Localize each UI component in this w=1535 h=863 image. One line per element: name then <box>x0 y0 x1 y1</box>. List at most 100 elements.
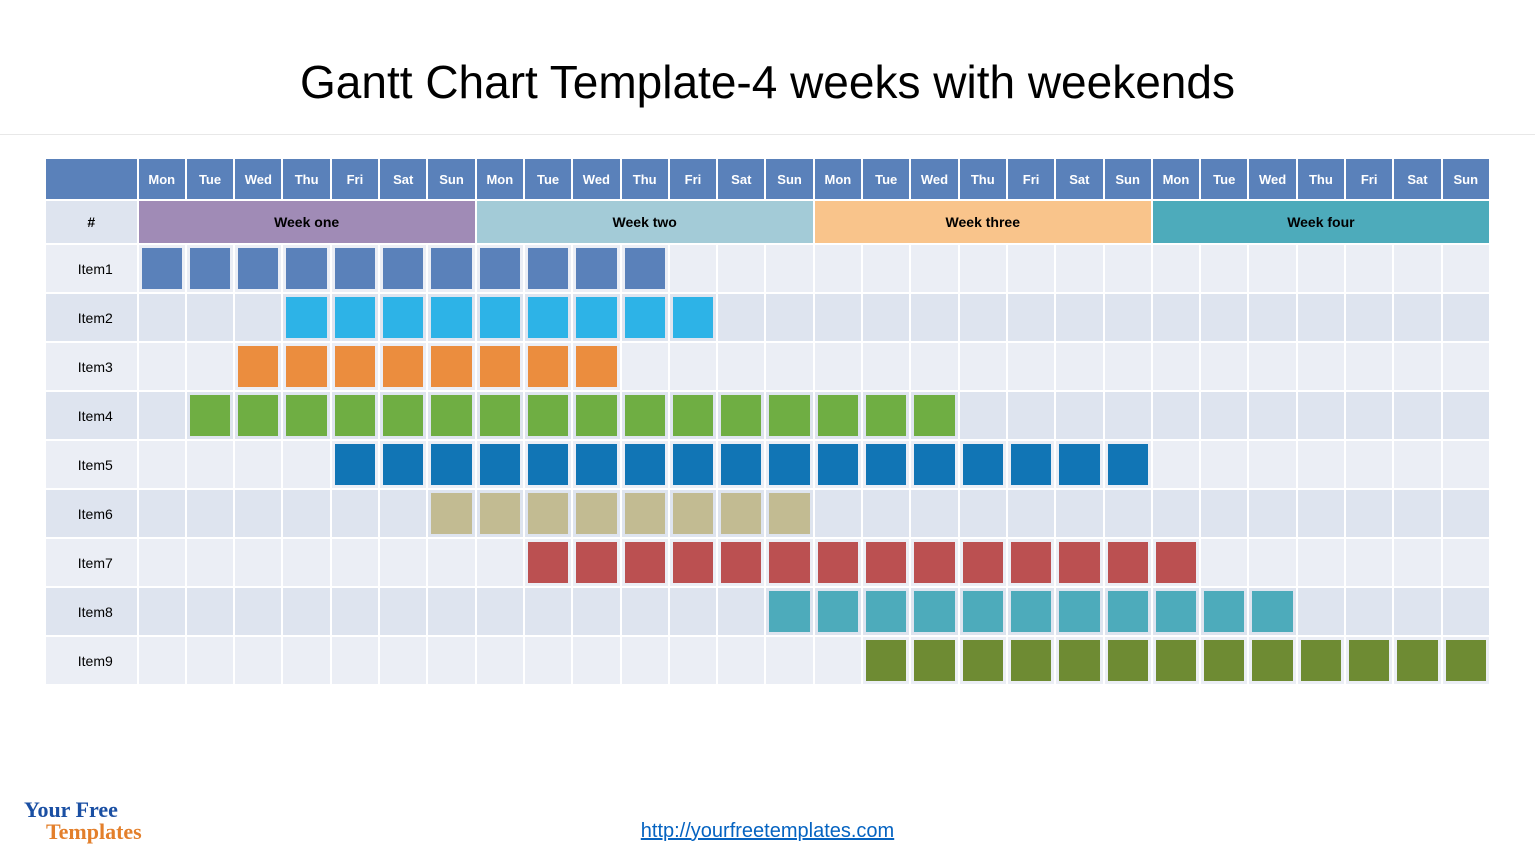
gantt-cell <box>1249 294 1295 341</box>
gantt-cell <box>428 294 474 341</box>
gantt-cell <box>863 392 909 439</box>
gantt-cell <box>622 539 668 586</box>
gantt-cell <box>573 637 619 684</box>
gantt-bar <box>866 395 906 436</box>
gantt-cell <box>1443 343 1489 390</box>
gantt-cell <box>960 441 1006 488</box>
gantt-cell <box>477 539 523 586</box>
gantt-bar <box>576 297 616 338</box>
gantt-cell <box>573 343 619 390</box>
gantt-cell <box>815 539 861 586</box>
gantt-cell <box>1346 294 1392 341</box>
day-header: Thu <box>283 159 329 199</box>
gantt-cell <box>1249 637 1295 684</box>
gantt-bar <box>914 591 954 632</box>
gantt-cell <box>380 539 426 586</box>
gantt-bar <box>383 444 423 485</box>
gantt-cell <box>187 294 233 341</box>
day-header: Tue <box>525 159 571 199</box>
gantt-cell <box>187 245 233 292</box>
gantt-cell <box>766 539 812 586</box>
gantt-bar <box>576 444 616 485</box>
gantt-bar <box>1011 542 1051 583</box>
gantt-bar <box>576 248 616 289</box>
gantt-bar <box>383 297 423 338</box>
gantt-bar <box>1156 542 1196 583</box>
gantt-bar <box>431 493 471 534</box>
gantt-cell <box>622 245 668 292</box>
gantt-cell <box>1346 245 1392 292</box>
gantt-cell <box>187 343 233 390</box>
gantt-cell <box>380 637 426 684</box>
gantt-body: #Week oneWeek twoWeek threeWeek fourItem… <box>46 201 1489 684</box>
gantt-cell <box>1346 392 1392 439</box>
item-label: Item4 <box>46 392 137 439</box>
gantt-bar <box>625 542 665 583</box>
day-header: Wed <box>911 159 957 199</box>
gantt-bar <box>431 395 471 436</box>
gantt-cell <box>477 441 523 488</box>
gantt-bar <box>238 395 278 436</box>
gantt-cell <box>332 441 378 488</box>
gantt-bar <box>818 591 858 632</box>
footer: http://yourfreetemplates.com <box>0 820 1535 843</box>
gantt-bar <box>528 248 568 289</box>
gantt-cell <box>283 294 329 341</box>
gantt-cell <box>1105 490 1151 537</box>
gantt-cell <box>863 245 909 292</box>
gantt-bar <box>431 444 471 485</box>
gantt-cell <box>1153 588 1199 635</box>
gantt-cell <box>1443 245 1489 292</box>
gantt-cell <box>1394 490 1440 537</box>
gantt-bar <box>914 640 954 681</box>
gantt-bar <box>1011 640 1051 681</box>
gantt-cell <box>766 637 812 684</box>
gantt-cell <box>670 441 716 488</box>
week-header: Week three <box>815 201 1151 243</box>
gantt-bar <box>528 542 568 583</box>
gantt-bar <box>673 542 713 583</box>
gantt-cell <box>1443 588 1489 635</box>
gantt-bar <box>721 542 761 583</box>
gantt-cell <box>815 294 861 341</box>
gantt-cell <box>1249 441 1295 488</box>
gantt-cell <box>1201 539 1247 586</box>
gantt-bar <box>818 444 858 485</box>
gantt-cell <box>380 245 426 292</box>
footer-link[interactable]: http://yourfreetemplates.com <box>641 820 894 842</box>
day-header: Thu <box>960 159 1006 199</box>
gantt-cell <box>670 245 716 292</box>
gantt-cell <box>960 392 1006 439</box>
day-header: Mon <box>1153 159 1199 199</box>
gantt-head: MonTueWedThuFriSatSunMonTueWedThuFriSatS… <box>46 159 1489 199</box>
gantt-cell <box>283 343 329 390</box>
gantt-bar <box>383 346 423 387</box>
gantt-cell <box>766 343 812 390</box>
gantt-cell <box>477 637 523 684</box>
gantt-cell <box>428 637 474 684</box>
gantt-cell <box>815 588 861 635</box>
gantt-bar <box>1252 640 1292 681</box>
gantt-cell <box>1346 637 1392 684</box>
corner-cell <box>46 159 137 199</box>
gantt-bar <box>1252 591 1292 632</box>
gantt-cell <box>718 539 764 586</box>
gantt-cell <box>1394 392 1440 439</box>
gantt-bar <box>866 542 906 583</box>
gantt-cell <box>911 490 957 537</box>
gantt-bar <box>625 493 665 534</box>
gantt-cell <box>283 441 329 488</box>
gantt-cell <box>718 441 764 488</box>
gantt-cell <box>766 294 812 341</box>
gantt-cell <box>428 539 474 586</box>
item-label: Item9 <box>46 637 137 684</box>
gantt-cell <box>477 588 523 635</box>
gantt-cell <box>622 343 668 390</box>
gantt-cell <box>718 294 764 341</box>
gantt-cell <box>960 637 1006 684</box>
gantt-cell <box>1008 539 1054 586</box>
gantt-cell <box>766 245 812 292</box>
gantt-bar <box>1059 444 1099 485</box>
gantt-cell <box>1153 441 1199 488</box>
item-label: Item1 <box>46 245 137 292</box>
